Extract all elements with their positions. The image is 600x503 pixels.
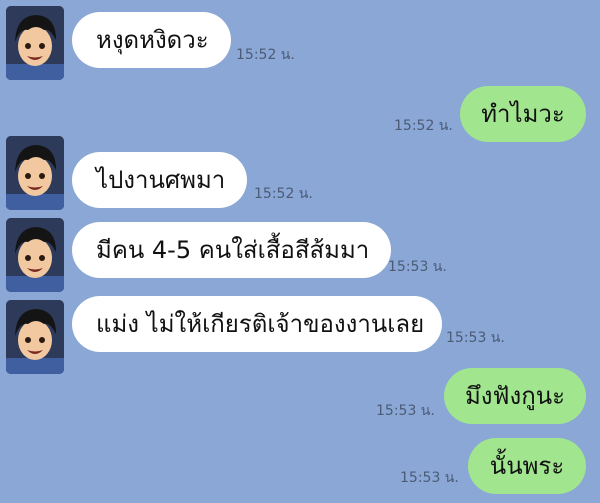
avatar-face-icon — [6, 300, 64, 374]
message-bubble-incoming[interactable]: แม่ง ไม่ให้เกียรติเจ้าของงานเลย — [72, 296, 442, 352]
message-time: 15:53 น. — [400, 470, 459, 486]
message-time: 15:53 น. — [388, 259, 447, 275]
message-time: 15:52 น. — [394, 118, 453, 134]
message-text: ทำไมวะ — [481, 100, 565, 128]
friend-avatar[interactable] — [6, 218, 64, 292]
friend-avatar[interactable] — [6, 300, 64, 374]
message-bubble-incoming[interactable]: มีคน 4-5 คนใส่เสื้อสีส้มมา — [72, 222, 392, 278]
message-bubble-outgoing[interactable]: ทำไมวะ — [460, 86, 586, 142]
message-time: 15:52 น. — [254, 186, 313, 202]
avatar-face-icon — [6, 136, 64, 210]
message-text: นั้นพระ — [489, 452, 565, 480]
message-bubble-outgoing[interactable]: นั้นพระ — [468, 438, 586, 494]
message-time: 15:53 น. — [376, 403, 435, 419]
message-time: 15:52 น. — [236, 47, 295, 63]
friend-avatar[interactable] — [6, 6, 64, 80]
message-bubble-outgoing[interactable]: มึงฟังกูนะ — [444, 368, 586, 424]
avatar-face-icon — [6, 218, 64, 292]
message-text: มีคน 4-5 คนใส่เสื้อสีส้มมา — [96, 236, 370, 264]
message-text: หงุดหงิดวะ — [96, 26, 209, 54]
avatar-face-icon — [6, 6, 64, 80]
chat-thread: หงุดหงิดวะ 15:52 น. 15:52 น. ทำไมวะ ไปงา… — [0, 0, 600, 503]
friend-avatar[interactable] — [6, 136, 64, 210]
message-text: ไปงานศพมา — [96, 166, 226, 194]
message-text: มึงฟังกูนะ — [464, 382, 566, 410]
message-bubble-incoming[interactable]: หงุดหงิดวะ — [72, 12, 231, 68]
message-bubble-incoming[interactable]: ไปงานศพมา — [72, 152, 248, 208]
message-text: แม่ง ไม่ให้เกียรติเจ้าของงานเลย — [96, 310, 425, 338]
message-time: 15:53 น. — [446, 330, 505, 346]
